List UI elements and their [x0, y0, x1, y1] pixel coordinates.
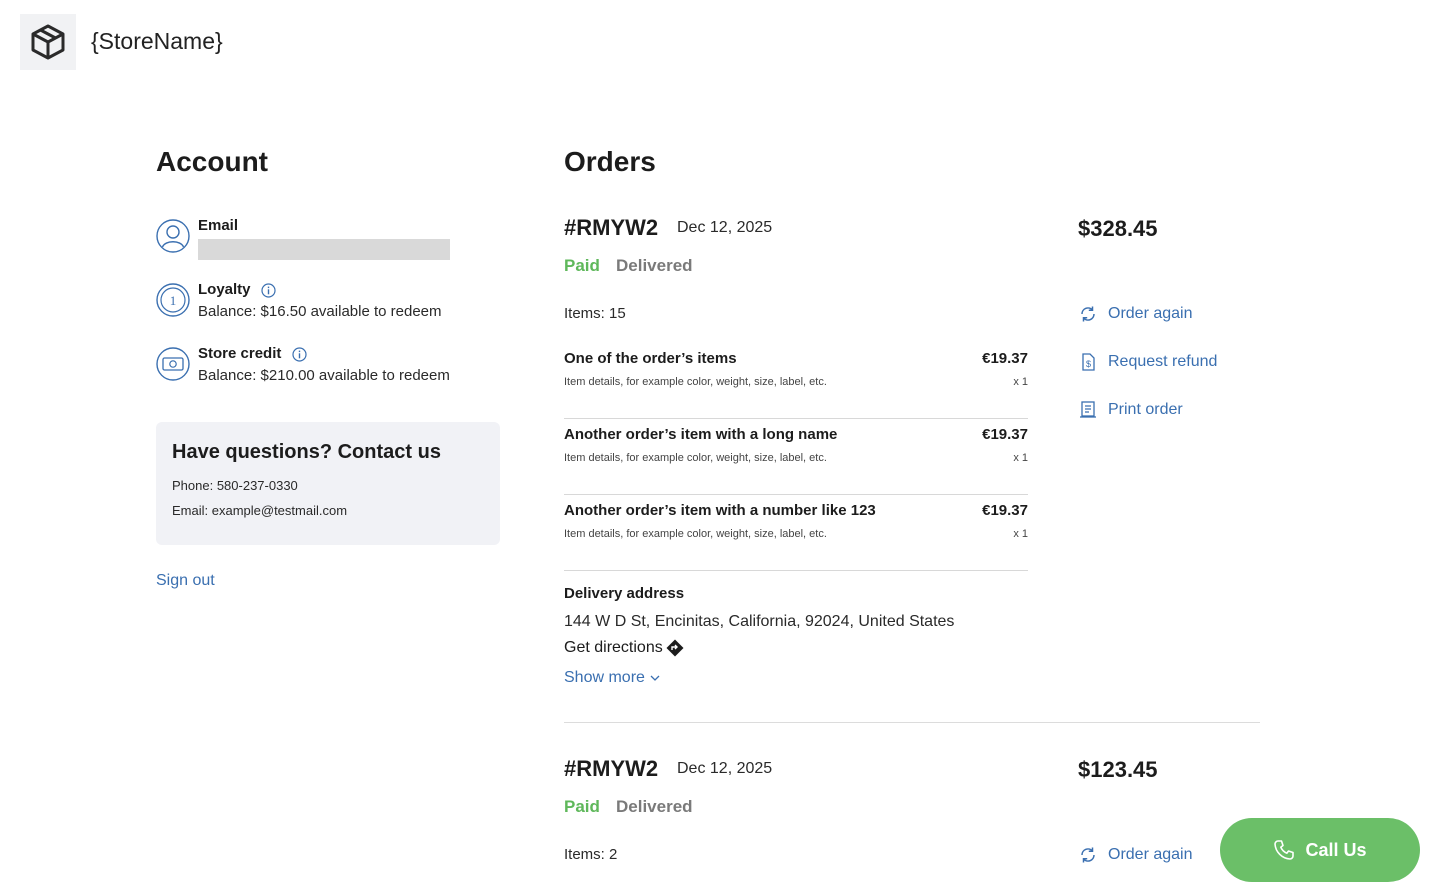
- store-name[interactable]: {StoreName}: [91, 28, 223, 55]
- payment-status-badge: Paid: [564, 256, 600, 275]
- item-quantity: x 1: [1013, 376, 1028, 388]
- chevron-down-icon: [650, 675, 660, 681]
- refresh-icon: [1081, 306, 1095, 322]
- show-more-link[interactable]: Show more: [564, 669, 661, 687]
- call-us-button[interactable]: Call Us: [1220, 818, 1420, 882]
- delivery-status-badge: Delivered: [616, 256, 693, 275]
- item-quantity: x 1: [1013, 528, 1028, 540]
- order-total: $328.45: [1078, 216, 1158, 241]
- email-value-redacted: [198, 239, 450, 260]
- store-credit-label: Store credit: [198, 345, 307, 362]
- directions-icon: [666, 639, 684, 657]
- order-item-row[interactable]: One of the order’s items €19.37 Item det…: [564, 342, 1028, 419]
- contact-title: Have questions? Contact us: [172, 441, 441, 463]
- store-credit-icon: [156, 347, 190, 386]
- order-divider: [564, 722, 1260, 723]
- contact-phone: Phone: 580-237-0330: [172, 478, 298, 493]
- order-date: Dec 12, 2025: [677, 760, 773, 777]
- loyalty-label: Loyalty: [198, 281, 276, 298]
- get-directions-link[interactable]: Get directions: [564, 639, 684, 657]
- loyalty-balance: Balance: $16.50 available to redeem: [198, 303, 442, 320]
- request-refund-button[interactable]: $ Request refund: [1078, 352, 1217, 372]
- store-logo[interactable]: [20, 14, 76, 70]
- order-item-row[interactable]: Another order’s item with a number like …: [564, 494, 1028, 571]
- order-again-button[interactable]: Order again: [1078, 304, 1193, 324]
- item-price: €19.37: [982, 350, 1028, 367]
- receipt-dollar-icon: $: [1082, 353, 1095, 371]
- delivery-address-label: Delivery address: [564, 585, 685, 602]
- item-name: Another order’s item with a number like …: [564, 502, 876, 519]
- svg-text:$: $: [1086, 359, 1091, 369]
- account-title: Account: [156, 146, 268, 177]
- delivery-status-badge: Delivered: [616, 797, 693, 816]
- item-price: €19.37: [982, 426, 1028, 443]
- items-count: Items: 2: [564, 846, 618, 863]
- info-icon[interactable]: [291, 346, 307, 362]
- item-name: Another order’s item with a long name: [564, 426, 838, 443]
- order-id[interactable]: #RMYW2: [564, 756, 658, 782]
- contact-email: Email: example@testmail.com: [172, 503, 348, 518]
- payment-status-badge: Paid: [564, 797, 600, 816]
- store-credit-balance: Balance: $210.00 available to redeem: [198, 367, 450, 384]
- order-item-row[interactable]: Another order’s item with a long name €1…: [564, 418, 1028, 495]
- orders-title: Orders: [564, 146, 656, 177]
- order-total: $123.45: [1078, 757, 1158, 782]
- order-id[interactable]: #RMYW2: [564, 215, 658, 241]
- items-count: Items: 15: [564, 305, 626, 322]
- box-icon: [31, 24, 65, 60]
- info-icon[interactable]: [261, 282, 276, 298]
- svg-text:1: 1: [170, 293, 177, 308]
- item-name: One of the order’s items: [564, 350, 737, 367]
- item-details: Item details, for example color, weight,…: [564, 452, 827, 464]
- item-quantity: x 1: [1013, 452, 1028, 464]
- sign-out-link[interactable]: Sign out: [156, 572, 215, 590]
- phone-icon: [1274, 840, 1295, 860]
- email-label: Email: [198, 217, 239, 234]
- refresh-icon: [1081, 847, 1095, 863]
- item-details: Item details, for example color, weight,…: [564, 376, 827, 388]
- item-price: €19.37: [982, 502, 1028, 519]
- order-date: Dec 12, 2025: [677, 219, 773, 236]
- delivery-address: 144 W D St, Encinitas, California, 92024…: [564, 613, 955, 630]
- user-icon: [156, 219, 190, 258]
- contact-card: Have questions? Contact us Phone: 580-23…: [156, 422, 500, 545]
- order-again-button[interactable]: Order again: [1078, 845, 1193, 865]
- print-icon: [1080, 401, 1096, 418]
- item-details: Item details, for example color, weight,…: [564, 528, 827, 540]
- loyalty-coin-icon: 1: [156, 283, 190, 322]
- print-order-button[interactable]: Print order: [1078, 400, 1183, 420]
